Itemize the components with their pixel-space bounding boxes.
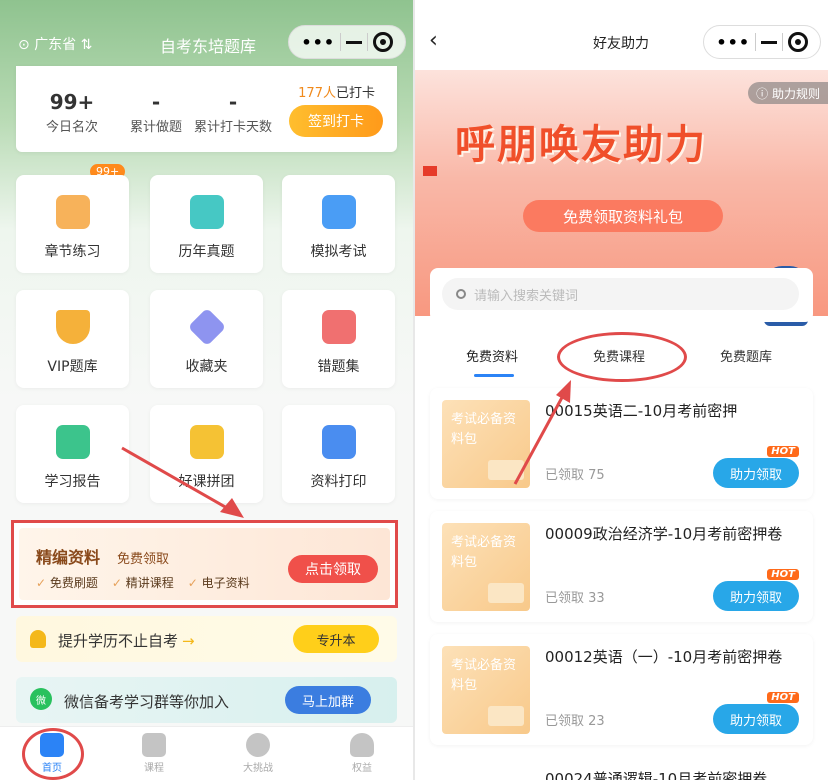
arrowhead-courses: [556, 380, 571, 403]
arrowhead-promo: [220, 498, 244, 518]
annotation-arrows: [121, 380, 571, 518]
arrow-to-promo: [121, 446, 235, 514]
arrow-to-courses-tab: [513, 391, 567, 485]
